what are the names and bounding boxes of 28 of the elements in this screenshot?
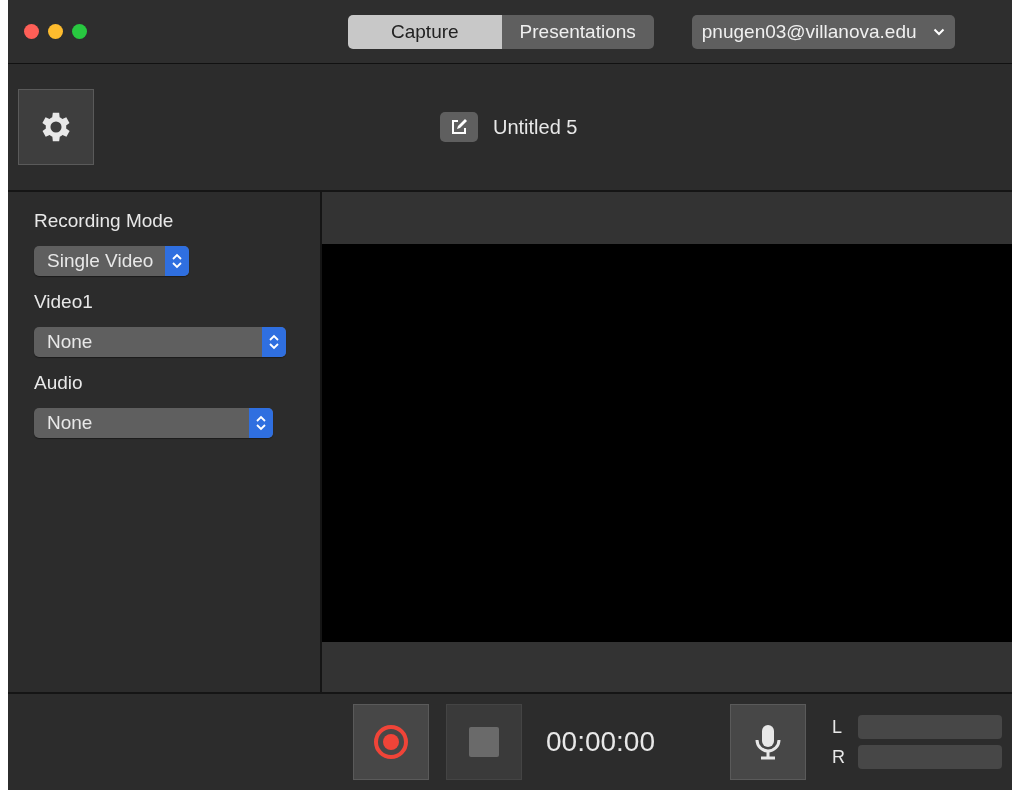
zoom-button[interactable]: [72, 24, 87, 39]
edit-title-button[interactable]: [440, 112, 478, 142]
record-icon: [373, 724, 409, 760]
chevron-updown-icon: [268, 333, 280, 351]
chevron-updown-icon: [171, 252, 184, 270]
close-button[interactable]: [24, 24, 39, 39]
field-label: Recording Mode: [34, 210, 175, 232]
account-dropdown[interactable]: pnugen03@villanova.edu: [691, 14, 955, 49]
edit-icon: [450, 118, 468, 136]
timer: 00:00:00: [546, 726, 656, 758]
channel-label: L: [832, 716, 843, 738]
tab[interactable]: Presentations: [501, 14, 654, 49]
microphone-icon: [753, 723, 783, 761]
chevron-updown-icon: [255, 414, 267, 432]
chevron-down-icon: [932, 27, 945, 36]
stop-icon: [469, 727, 499, 757]
minimize-button[interactable]: [48, 24, 63, 39]
settings-button[interactable]: [18, 89, 94, 165]
record-button[interactable]: [353, 704, 429, 780]
field-label: Audio: [34, 372, 84, 394]
dropdown[interactable]: None: [34, 408, 273, 438]
microphone-button[interactable]: [730, 704, 806, 780]
tab[interactable]: Capture: [348, 14, 502, 49]
dropdown[interactable]: Single Video: [34, 246, 190, 276]
dropdown[interactable]: None: [34, 327, 286, 357]
channel-label: R: [832, 746, 844, 768]
document-title: Untitled 5: [493, 115, 578, 139]
field-label: Video1: [34, 291, 94, 313]
